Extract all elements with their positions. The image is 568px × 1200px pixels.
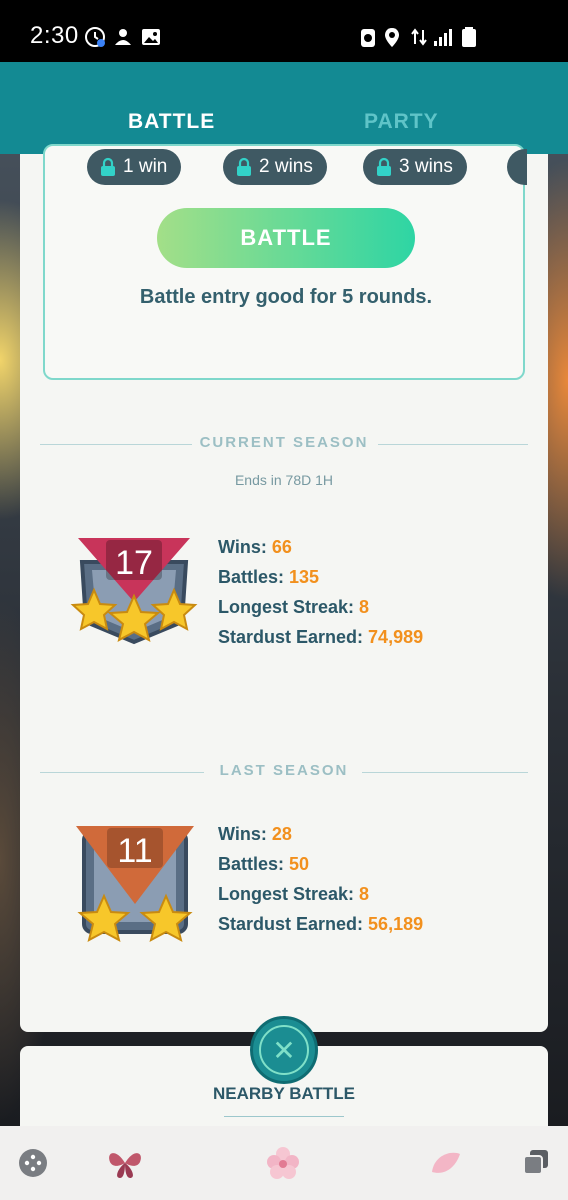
rank-number: 11 — [117, 832, 152, 870]
stat-wins: Wins: 28 — [218, 819, 423, 849]
location-icon — [385, 28, 399, 47]
stat-label: Battles: — [218, 567, 285, 587]
stat-stardust-earned: Stardust Earned: 56,189 — [218, 909, 423, 939]
stat-value: 50 — [289, 854, 310, 874]
stat-value: 8 — [359, 884, 370, 904]
tab-battle[interactable]: BATTLE — [128, 110, 215, 134]
petal-icon[interactable] — [424, 1142, 466, 1184]
stat-label: Wins: — [218, 537, 267, 557]
stat-label: Battles: — [218, 854, 285, 874]
reward-3-wins[interactable]: 3 wins — [363, 149, 467, 185]
status-bar: 2:30 — [0, 0, 568, 62]
game-controller-icon[interactable] — [12, 1142, 54, 1184]
stat-value: 28 — [271, 824, 292, 844]
section-title: LAST SEASON — [219, 762, 349, 779]
season-ends-text: Ends in 78D 1H — [234, 472, 334, 488]
recent-apps-icon[interactable] — [516, 1142, 558, 1184]
close-icon: ✕ — [259, 1025, 309, 1075]
stat-label: Stardust Earned: — [218, 914, 364, 934]
stat-value: 74,989 — [368, 627, 424, 647]
reward-2-wins[interactable]: 2 wins — [223, 149, 327, 185]
data-arrows-icon — [411, 28, 427, 46]
lock-icon — [377, 157, 391, 176]
stat-label: Longest Streak: — [218, 884, 355, 904]
stat-battles: Battles: 135 — [218, 562, 423, 592]
reward-next-partial[interactable] — [507, 149, 527, 185]
battery-icon — [462, 27, 476, 47]
divider — [362, 772, 528, 773]
butterfly-icon[interactable] — [104, 1142, 146, 1184]
clock-badge-icon — [85, 27, 105, 47]
battle-league-panel: 1 win 2 wins 3 wins BATTLE Battle entry … — [20, 144, 548, 1032]
reward-1-win[interactable]: 1 win — [87, 149, 182, 185]
reward-label: 3 wins — [399, 156, 453, 177]
divider — [378, 444, 528, 445]
stat-value: 135 — [289, 567, 320, 587]
reward-label: 2 wins — [259, 156, 313, 177]
tab-party[interactable]: PARTY — [364, 110, 439, 134]
battle-button[interactable]: BATTLE — [157, 208, 415, 268]
gallery-icon — [142, 29, 160, 45]
current-season-stats: Wins: 66 Battles: 135 Longest Streak: 8 … — [218, 532, 423, 652]
header-bar: BATTLE PARTY — [0, 62, 568, 154]
rank-badge-last: 11 — [76, 826, 194, 942]
rank-number: 17 — [115, 544, 153, 582]
app-icon — [115, 29, 131, 45]
stat-label: Wins: — [218, 824, 267, 844]
nearby-battle-label[interactable]: NEARBY BATTLE — [20, 1084, 548, 1104]
stat-label: Longest Streak: — [218, 597, 355, 617]
rank-badge-current: 17 — [70, 538, 198, 645]
close-button[interactable]: ✕ — [250, 1016, 318, 1084]
battle-entry-box: 1 win 2 wins 3 wins BATTLE Battle entry … — [43, 144, 527, 380]
section-title: CURRENT SEASON — [199, 434, 369, 451]
stat-value: 56,189 — [368, 914, 424, 934]
current-season-heading: CURRENT SEASON — [40, 434, 528, 454]
stat-label: Stardust Earned: — [218, 627, 364, 647]
battle-entry-note: Battle entry good for 5 rounds. — [139, 286, 433, 308]
stat-wins: Wins: 66 — [218, 532, 423, 562]
stat-longest-streak: Longest Streak: 8 — [218, 592, 423, 622]
signal-icon — [434, 29, 452, 46]
status-time: 2:30 — [30, 22, 79, 49]
lock-icon — [101, 157, 115, 176]
lock-icon — [237, 157, 251, 176]
blossom-icon[interactable] — [262, 1142, 304, 1184]
divider — [224, 1116, 344, 1117]
stat-battles: Battles: 50 — [218, 849, 423, 879]
stat-stardust-earned: Stardust Earned: 74,989 — [218, 622, 423, 652]
reward-label: 1 win — [123, 156, 168, 177]
battery-saver-icon — [361, 29, 375, 47]
last-season-stats: Wins: 28 Battles: 50 Longest Streak: 8 S… — [218, 819, 423, 939]
stat-value: 66 — [271, 537, 292, 557]
stat-longest-streak: Longest Streak: 8 — [218, 879, 423, 909]
last-season-heading: LAST SEASON — [40, 762, 528, 782]
bottom-navigation — [0, 1126, 568, 1200]
stat-value: 8 — [359, 597, 370, 617]
